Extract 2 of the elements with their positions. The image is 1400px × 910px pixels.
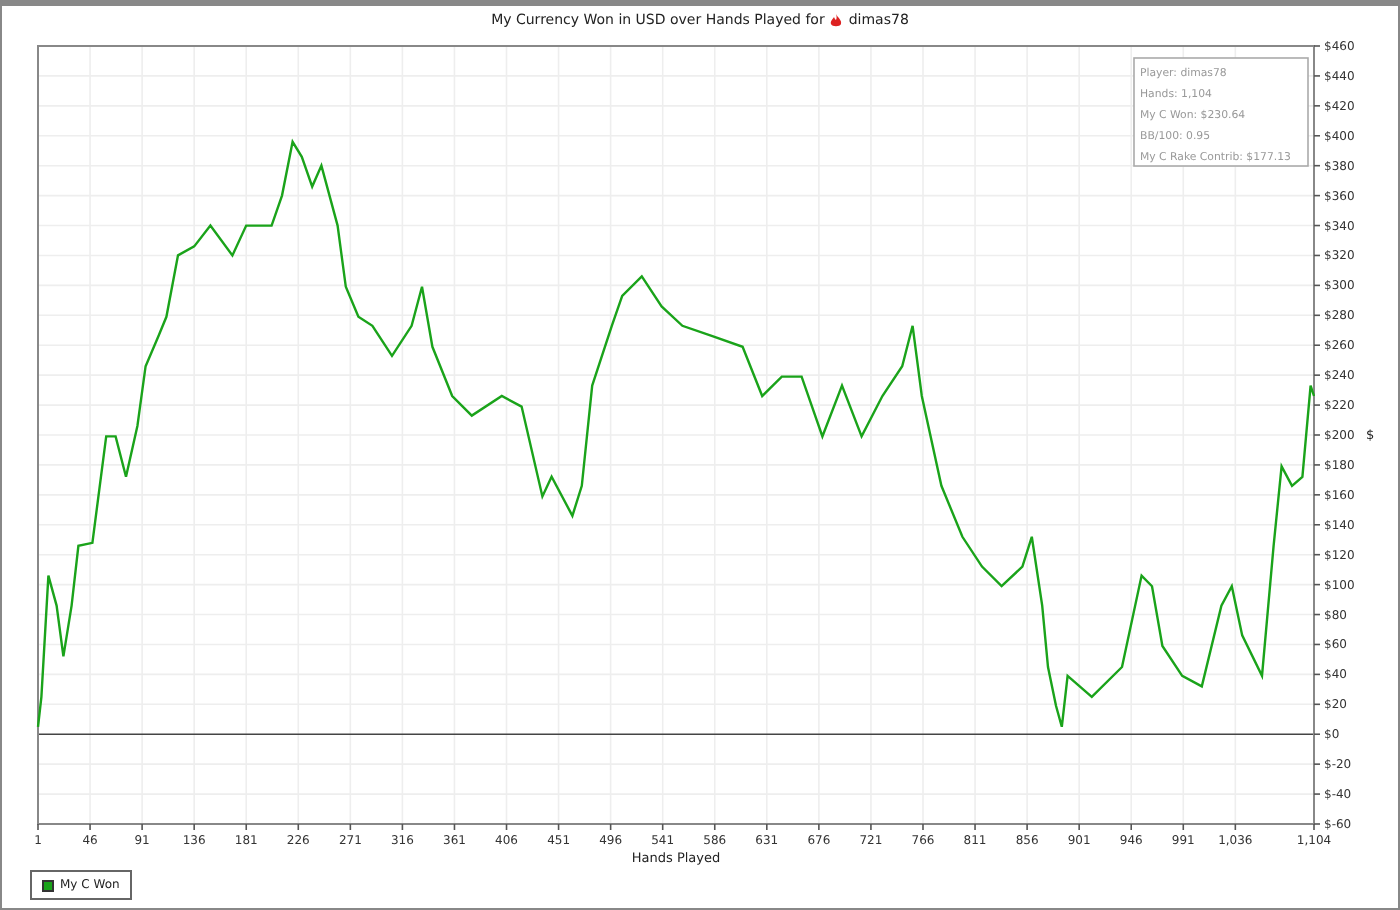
flame-icon xyxy=(830,13,843,27)
legend-swatch xyxy=(42,879,54,891)
